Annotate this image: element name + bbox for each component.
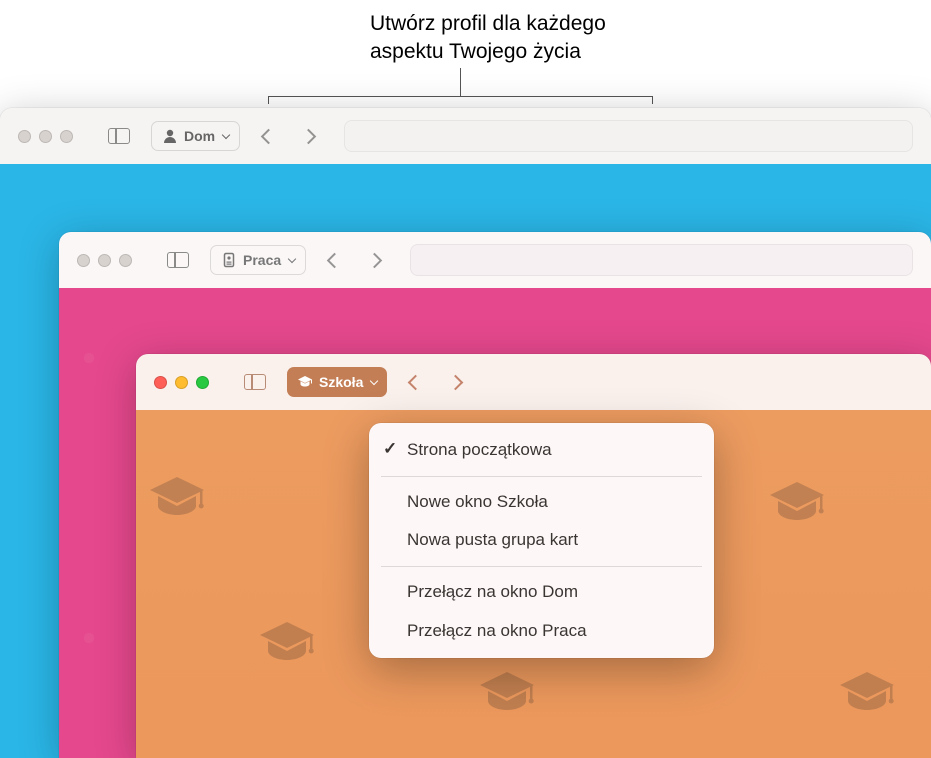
minimize-button[interactable] [39,130,52,143]
close-button[interactable] [77,254,90,267]
traffic-lights [77,254,132,267]
sidebar-icon [167,252,189,268]
traffic-lights [18,130,73,143]
minimize-button[interactable] [175,376,188,389]
chevron-left-icon [261,130,273,142]
callout-line: aspektu Twojego życia [370,38,606,66]
callout-connector [460,68,461,96]
forward-button[interactable] [441,367,471,397]
chevron-down-icon [221,131,231,141]
callout-text: Utwórz profil dla każdego aspektu Twojeg… [370,10,606,67]
sidebar-icon [108,128,130,144]
profile-label: Dom [184,128,215,144]
close-button[interactable] [18,130,31,143]
chevron-right-icon [369,254,381,266]
id-badge-icon [221,252,237,268]
graduation-cap-icon [297,374,313,390]
forward-button[interactable] [294,121,324,151]
profile-menu: Strona początkowa Nowe okno Szkoła Nowa … [369,423,714,658]
traffic-lights [154,376,209,389]
back-button[interactable] [399,367,429,397]
chevron-left-icon [327,254,339,266]
sidebar-toggle-button[interactable] [235,367,275,397]
sidebar-icon [244,374,266,390]
chevron-down-icon [369,377,379,387]
menu-item-start-page[interactable]: Strona początkowa [369,431,714,470]
address-bar[interactable] [410,244,913,276]
chevron-right-icon [303,130,315,142]
callout-line: Utwórz profil dla każdego [370,10,606,38]
person-icon [162,128,178,144]
maximize-button[interactable] [196,376,209,389]
maximize-button[interactable] [119,254,132,267]
minimize-button[interactable] [98,254,111,267]
callout-connector [268,96,653,97]
menu-separator [381,476,702,477]
address-bar[interactable] [344,120,913,152]
profile-label: Praca [243,252,281,268]
menu-item-switch-dom[interactable]: Przełącz na okno Dom [369,573,714,612]
chevron-down-icon [287,255,297,265]
menu-item-label: Strona początkowa [407,438,552,463]
sidebar-toggle-button[interactable] [99,121,139,151]
profile-switcher-button[interactable]: Szkoła [287,367,387,397]
chevron-left-icon [408,376,420,388]
menu-item-new-tab-group[interactable]: Nowa pusta grupa kart [369,521,714,560]
menu-item-switch-praca[interactable]: Przełącz na okno Praca [369,612,714,651]
sidebar-toggle-button[interactable] [158,245,198,275]
back-button[interactable] [252,121,282,151]
toolbar: Szkoła [136,354,931,410]
chevron-right-icon [450,376,462,388]
toolbar: Praca [59,232,931,288]
menu-item-label: Przełącz na okno Praca [407,619,587,644]
menu-item-new-window[interactable]: Nowe okno Szkoła [369,483,714,522]
menu-separator [381,566,702,567]
profile-label: Szkoła [319,374,363,390]
toolbar: Dom [0,108,931,164]
maximize-button[interactable] [60,130,73,143]
menu-item-label: Nowa pusta grupa kart [407,528,578,553]
menu-item-label: Przełącz na okno Dom [407,580,578,605]
back-button[interactable] [318,245,348,275]
menu-item-label: Nowe okno Szkoła [407,490,548,515]
profile-switcher-button[interactable]: Dom [151,121,240,151]
forward-button[interactable] [360,245,390,275]
profile-switcher-button[interactable]: Praca [210,245,306,275]
close-button[interactable] [154,376,167,389]
